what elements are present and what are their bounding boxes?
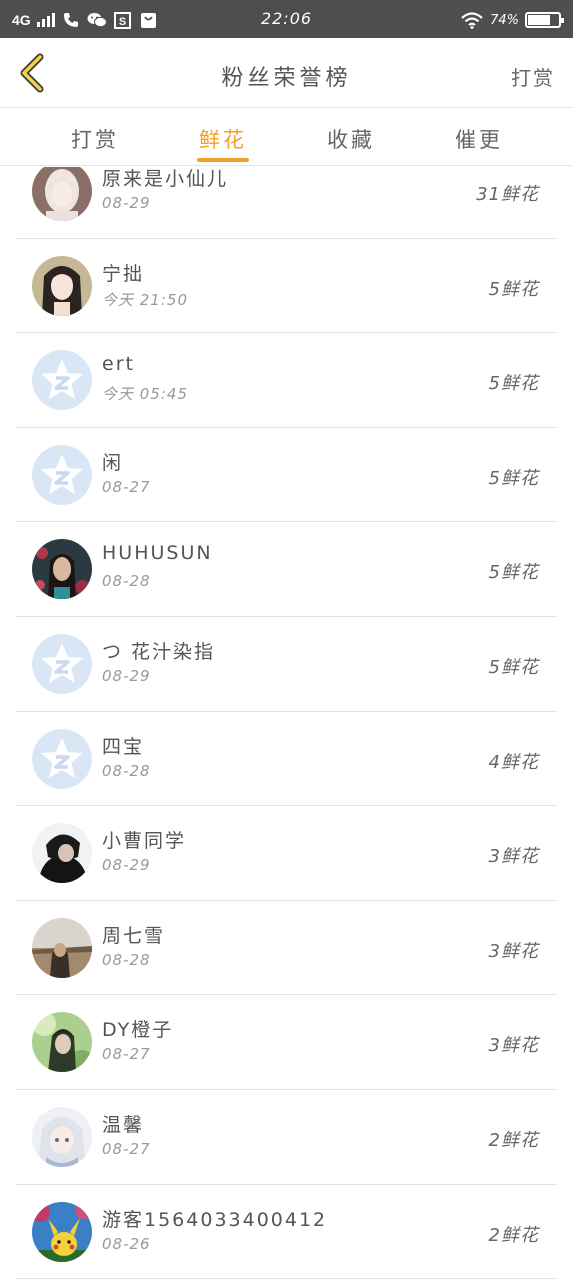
flower-count: 2鲜花 <box>488 1224 539 1246</box>
fan-date: 08-27 <box>102 477 151 496</box>
top-bar: 粉丝荣誉榜 打赏 <box>0 38 573 108</box>
flower-count: 3鲜花 <box>488 1035 539 1057</box>
avatar[interactable] <box>32 633 92 694</box>
status-bar: 4G S 22:06 74% <box>0 0 573 38</box>
fan-list-item[interactable]: つ 花汁染指 08-29 5鲜花 <box>16 617 557 712</box>
fan-list[interactable]: 原来是小仙儿 08-29 31鲜花宁拙今天 21:50 5鲜花 ert 今天 05:45 5… <box>0 167 573 1280</box>
flower-count: 3鲜花 <box>488 846 539 868</box>
flower-count: 4鲜花 <box>488 751 539 773</box>
page-title: 粉丝荣誉榜 <box>221 66 352 91</box>
tab-label: 打赏 <box>71 128 119 152</box>
avatar[interactable] <box>32 823 92 884</box>
tab-urge-update[interactable]: 催更 <box>415 108 543 165</box>
avatar[interactable] <box>32 167 92 221</box>
avatar[interactable] <box>32 1106 92 1167</box>
fan-name: 温馨 <box>102 1113 145 1136</box>
fan-list-item[interactable]: ert 今天 05:45 5鲜花 <box>16 333 557 428</box>
flower-count: 3鲜花 <box>488 940 539 962</box>
flower-count: 5鲜花 <box>488 562 539 584</box>
battery-percent: 74% <box>490 12 519 28</box>
fan-name: つ 花汁染指 <box>102 640 216 663</box>
avatar[interactable] <box>32 539 92 600</box>
fan-name: DY橙子 <box>102 1019 174 1042</box>
tab-favorites[interactable]: 收藏 <box>287 108 415 165</box>
reward-button[interactable]: 打赏 <box>511 62 555 91</box>
flower-count: 5鲜花 <box>488 656 539 678</box>
avatar[interactable] <box>32 255 92 316</box>
tab-bar: 打赏 鲜花 收藏 催更 <box>0 108 573 166</box>
fan-date: 08-27 <box>102 1139 151 1158</box>
tab-reward[interactable]: 打赏 <box>31 108 159 165</box>
avatar[interactable] <box>32 1201 92 1262</box>
fan-date: 今天 05:45 <box>102 385 188 404</box>
fan-list-item[interactable]: 原来是小仙儿 08-29 31鲜花 <box>16 167 557 239</box>
fan-name: 原来是小仙儿 <box>102 168 229 190</box>
avatar[interactable] <box>32 1012 92 1073</box>
fan-list-content: 原来是小仙儿 08-29 31鲜花宁拙今天 21:50 5鲜花 ert 今天 05:45 5… <box>0 167 573 1280</box>
fan-name: HUHUSUN <box>102 542 213 565</box>
flower-count: 5鲜花 <box>488 278 539 300</box>
flower-count: 2鲜花 <box>488 1129 539 1151</box>
tab-label: 催更 <box>455 128 503 152</box>
avatar[interactable] <box>32 728 92 789</box>
fan-name: ert <box>102 353 135 376</box>
fan-list-item[interactable]: 小曹同学 08-29 3鲜花 <box>16 806 557 901</box>
avatar[interactable] <box>32 917 92 978</box>
flower-count: 31鲜花 <box>476 184 539 205</box>
fan-date: 08-29 <box>102 194 151 212</box>
battery-level <box>528 15 551 25</box>
fan-name: 闲 <box>102 451 124 474</box>
fan-name: 周七雪 <box>102 924 166 947</box>
fan-name: 宁拙 <box>102 262 145 285</box>
avatar[interactable] <box>32 444 92 505</box>
flower-count: 5鲜花 <box>488 467 539 489</box>
active-tab-indicator <box>197 158 249 162</box>
fan-list-item[interactable]: 游客1564033400412 08-26 2鲜花 <box>16 1185 557 1280</box>
wifi-icon <box>460 11 484 29</box>
fan-list-item[interactable]: 温馨 08-27 2鲜花 <box>16 1090 557 1185</box>
fan-name: 小曹同学 <box>102 830 187 853</box>
avatar[interactable] <box>32 350 92 411</box>
fan-list-item[interactable]: 周七雪 08-28 3鲜花 <box>16 901 557 996</box>
fan-name: 游客1564033400412 <box>102 1208 328 1231</box>
fan-name: 四宝 <box>102 735 145 758</box>
fan-date: 08-28 <box>102 761 151 780</box>
fan-list-item[interactable]: 宁拙今天 21:50 5鲜花 <box>16 239 557 334</box>
fan-list-item[interactable]: 闲 08-27 5鲜花 <box>16 428 557 523</box>
fan-date: 08-28 <box>102 572 151 591</box>
fan-date: 08-29 <box>102 666 151 685</box>
fan-date: 08-29 <box>102 856 151 875</box>
status-bar-right: 74% <box>460 9 564 31</box>
fan-list-item[interactable]: 四宝 08-28 4鲜花 <box>16 712 557 807</box>
tab-label: 鲜花 <box>199 128 247 152</box>
battery-icon <box>525 12 564 28</box>
fan-date: 08-28 <box>102 950 151 969</box>
fan-date: 08-26 <box>102 1234 151 1253</box>
fan-list-item[interactable]: DY橙子 08-27 3鲜花 <box>16 995 557 1090</box>
tab-flowers[interactable]: 鲜花 <box>159 108 287 165</box>
fan-date: 08-27 <box>102 1045 151 1064</box>
fan-list-item[interactable]: HUHUSUN 08-28 5鲜花 <box>16 522 557 617</box>
tab-label: 收藏 <box>327 128 375 152</box>
flower-count: 5鲜花 <box>488 373 539 395</box>
fan-date: 今天 21:50 <box>102 290 188 309</box>
